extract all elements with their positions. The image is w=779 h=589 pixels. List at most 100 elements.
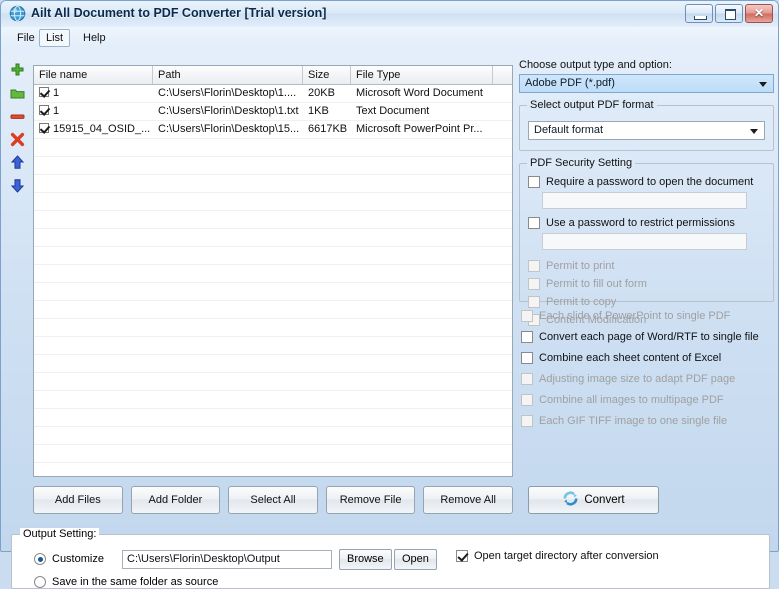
checkbox-box	[521, 373, 533, 385]
conversion-options-list: Each slide of PowerPoint to single PDF C…	[519, 310, 774, 427]
left-toolbar	[5, 59, 31, 197]
application-window: Ailt All Document to PDF Converter [Tria…	[0, 0, 779, 589]
permit-to-print-checkbox: Permit to print	[528, 260, 647, 272]
same-folder-radio[interactable]: Save in the same folder as source	[34, 576, 218, 588]
customize-label: Customize	[52, 553, 104, 565]
table-row[interactable]: 15915_04_OSID_... C:\Users\Florin\Deskto…	[34, 121, 512, 139]
table-empty-row	[34, 229, 512, 247]
checkbox-box	[521, 310, 533, 322]
move-down-icon[interactable]	[5, 174, 31, 197]
output-type-label: Choose output type and option:	[519, 59, 672, 71]
remove-file-icon[interactable]	[5, 105, 31, 128]
column-header-file-name[interactable]: File name	[34, 66, 153, 84]
table-row[interactable]: 1 C:\Users\Florin\Desktop\1.txt 1KB Text…	[34, 103, 512, 121]
pdf-security-group-label: PDF Security Setting	[527, 157, 636, 169]
minimize-button[interactable]	[685, 4, 713, 23]
menu-item-file[interactable]: File	[11, 30, 41, 46]
require-password-label: Require a password to open the document	[546, 176, 754, 188]
checkbox-box	[528, 260, 540, 272]
column-header-path[interactable]: Path	[153, 66, 303, 84]
close-icon: ✕	[753, 6, 765, 20]
table-empty-row	[34, 283, 512, 301]
window-title: Ailt All Document to PDF Converter [Tria…	[31, 6, 327, 20]
customize-radio[interactable]: Customize	[34, 553, 104, 565]
move-up-icon[interactable]	[5, 151, 31, 174]
table-empty-row	[34, 337, 512, 355]
open-password-input[interactable]	[542, 192, 747, 209]
cell-size: 20KB	[308, 87, 335, 99]
radio-dot	[34, 576, 46, 588]
gif-tiff-single-file-label: Each GIF TIFF image to one single file	[539, 415, 728, 427]
cell-file-name: 1	[34, 85, 153, 102]
combine-excel-sheets-checkbox[interactable]: Combine each sheet content of Excel	[521, 352, 774, 364]
combine-excel-sheets-label: Combine each sheet content of Excel	[539, 352, 722, 364]
row-checkbox[interactable]	[39, 123, 49, 133]
convert-button-label: Convert	[584, 494, 625, 506]
checkbox-box	[521, 331, 533, 343]
cell-file-type: Microsoft PowerPoint Pr...	[356, 123, 483, 135]
table-empty-row	[34, 265, 512, 283]
table-empty-row	[34, 175, 512, 193]
output-path-input[interactable]: C:\Users\Florin\Desktop\Output	[122, 550, 332, 569]
output-setting-group-label: Output Setting:	[20, 528, 100, 540]
restrict-permissions-checkbox[interactable]: Use a password to restrict permissions	[528, 217, 773, 229]
table-empty-row	[34, 391, 512, 409]
permit-to-fill-form-checkbox: Permit to fill out form	[528, 278, 647, 290]
add-file-icon[interactable]	[5, 59, 31, 82]
adjust-image-size-checkbox: Adjusting image size to adapt PDF page	[521, 373, 774, 385]
client-area: File name Path Size File Type 1 C:\Users…	[1, 49, 778, 589]
cell-path: C:\Users\Florin\Desktop\1....	[158, 87, 297, 99]
permit-to-copy-label: Permit to copy	[546, 296, 617, 308]
open-button[interactable]: Open	[394, 549, 437, 570]
maximize-button[interactable]	[715, 4, 743, 23]
output-type-select[interactable]: Adobe PDF (*.pdf)	[519, 74, 774, 93]
column-header-size[interactable]: Size	[303, 66, 351, 84]
output-format-select[interactable]: Default format	[528, 121, 765, 140]
file-list-table[interactable]: File name Path Size File Type 1 C:\Users…	[33, 65, 513, 477]
remove-all-button[interactable]: Remove All	[423, 486, 513, 514]
table-empty-row	[34, 445, 512, 463]
convert-each-page-word-checkbox[interactable]: Convert each page of Word/RTF to single …	[521, 331, 774, 343]
cell-file-name: 15915_04_OSID_...	[34, 121, 153, 138]
add-folder-icon[interactable]	[5, 82, 31, 105]
table-empty-row	[34, 373, 512, 391]
convert-button[interactable]: Convert	[528, 486, 659, 514]
permit-to-copy-checkbox: Permit to copy	[528, 296, 647, 308]
add-folder-button[interactable]: Add Folder	[130, 486, 221, 514]
row-checkbox[interactable]	[39, 105, 49, 115]
pdf-security-group: PDF Security Setting Require a password …	[519, 157, 774, 326]
select-all-button[interactable]: Select All	[228, 486, 318, 514]
permit-to-print-label: Permit to print	[546, 260, 615, 272]
table-empty-row	[34, 463, 512, 476]
menu-item-help[interactable]: Help	[77, 30, 112, 46]
file-action-buttons: Add Files Add Folder Select All Remove F…	[33, 486, 513, 514]
menu-item-list[interactable]: List	[39, 29, 71, 47]
permit-to-fill-form-label: Permit to fill out form	[546, 278, 647, 290]
cell-path: C:\Users\Florin\Desktop\1.txt	[158, 105, 299, 117]
add-files-button[interactable]: Add Files	[33, 486, 123, 514]
checkbox-box	[528, 278, 540, 290]
cell-size: 1KB	[308, 105, 329, 117]
file-name-text: 1	[53, 87, 60, 99]
same-folder-label: Save in the same folder as source	[52, 576, 219, 588]
cell-file-name: 1	[34, 103, 153, 120]
permissions-password-input[interactable]	[542, 233, 747, 250]
checkbox-box	[528, 176, 540, 188]
remove-all-icon[interactable]	[5, 128, 31, 151]
chevron-down-icon	[750, 129, 758, 134]
checkbox-box	[528, 217, 540, 229]
browse-button[interactable]: Browse	[339, 549, 392, 570]
table-row[interactable]: 1 C:\Users\Florin\Desktop\1.... 20KB Mic…	[34, 85, 512, 103]
require-password-checkbox[interactable]: Require a password to open the document	[528, 176, 773, 188]
remove-file-button[interactable]: Remove File	[325, 486, 416, 514]
content-modification-label: Content Modification	[546, 314, 647, 326]
row-checkbox[interactable]	[39, 87, 49, 97]
column-header-spacer	[493, 66, 512, 84]
adjust-image-size-label: Adjusting image size to adapt PDF page	[539, 373, 736, 385]
checkbox-box	[521, 415, 533, 427]
table-empty-row	[34, 319, 512, 337]
cell-file-type: Text Document	[356, 105, 430, 117]
close-button[interactable]: ✕	[745, 4, 773, 23]
window-controls: ✕	[685, 4, 773, 23]
column-header-file-type[interactable]: File Type	[351, 66, 493, 84]
